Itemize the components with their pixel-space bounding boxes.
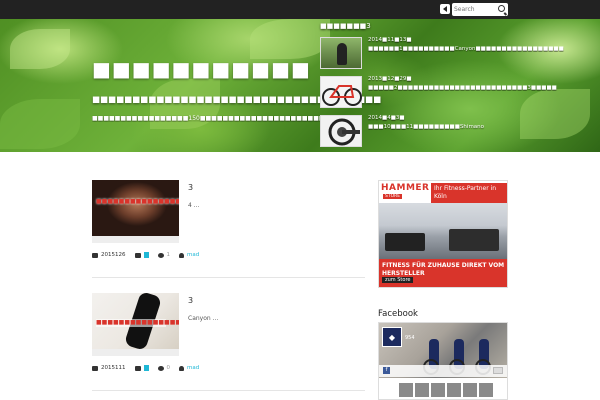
post-divider [92, 390, 365, 391]
popular-heading: ■■■■■■■3 [320, 22, 371, 30]
follower-avatar[interactable] [463, 383, 477, 397]
post-meta: 2015126 1 mad [92, 252, 199, 258]
post-item: ■■■■■■■■■■■■■■■■■■ 3 Canyon ... 2015111 … [92, 293, 365, 393]
sidebar-ad-banner[interactable]: HAMMER STORE Ihr Fitness-Partner in Köln… [378, 180, 508, 288]
popular-item[interactable]: 2014■11■13■ ■■■■■■1■■■■■■■■■■Canyon■■■■■… [320, 37, 600, 69]
calendar-icon [92, 365, 98, 371]
post-author[interactable]: mad [187, 365, 199, 371]
facebook-action-bar: f [379, 365, 507, 377]
facebook-icon[interactable]: f [383, 367, 390, 374]
facebook-follower-faces [379, 383, 507, 399]
crankset-icon [328, 118, 360, 146]
post-title[interactable]: 3 [188, 183, 193, 192]
popular-date: 2014■11■13■ [368, 37, 412, 43]
bicycle-icon [322, 85, 362, 106]
search-icon[interactable] [498, 5, 505, 12]
post-title[interactable]: 3 [188, 296, 193, 305]
comment-count[interactable]: 0 [167, 365, 171, 371]
ad-top-area: HAMMER STORE Ihr Fitness-Partner in Köln [379, 181, 507, 203]
site-title[interactable]: ■■■■■■■■■■■ [92, 57, 311, 81]
ad-store-button[interactable]: zum Store [382, 277, 414, 283]
post-meta: 2015111 0 mad [92, 365, 199, 371]
post-divider [92, 277, 365, 278]
ad-headline: Ihr Fitness-Partner in Köln [431, 183, 507, 203]
post-excerpt: Canyon ... [188, 315, 219, 322]
post-item: ■■■■■■■■■■■■■■■■■■■■■■ 3 4 ... 2015126 1… [92, 180, 365, 280]
ad-brand-logo: HAMMER [381, 183, 430, 193]
popular-date: 2013■12■29■ [368, 76, 412, 82]
follower-avatar[interactable] [479, 383, 493, 397]
facebook-widget-title: Facebook [378, 309, 418, 319]
ad-footer-text: FITNESS FÜR ZUHAUSE DIREKT VOM HERSTELLE… [379, 259, 507, 287]
ad-gym-image [379, 203, 507, 259]
comment-count[interactable]: 1 [167, 252, 171, 258]
popular-title[interactable]: ■■■■■■1■■■■■■■■■■Canyon■■■■■■■■■■■■■■■■■ [368, 46, 598, 52]
popular-item[interactable]: 2014■4■3■ ■■■10■■■11■■■■■■■■■Shimano [320, 115, 600, 147]
popular-thumbnail[interactable] [320, 37, 362, 69]
leaf-decoration [10, 29, 70, 69]
leaf-decoration [0, 99, 80, 149]
site-description: ■■■■■■■■■■■■■■■■■150■■■■■■■■■■■■■■■■■■■■… [92, 115, 320, 122]
post-date: 2015111 [101, 365, 126, 371]
facebook-page-widget[interactable]: ◆ 954 f [378, 322, 508, 400]
category-label[interactable] [143, 252, 149, 258]
post-date: 2015126 [101, 252, 126, 258]
share-icon[interactable] [493, 367, 503, 374]
popular-date: 2014■4■3■ [368, 115, 405, 121]
ad-brand-sub: STORE [383, 194, 403, 199]
facebook-page-name[interactable]: 954 [405, 335, 415, 341]
comment-icon [157, 365, 164, 371]
user-icon [179, 252, 184, 258]
thumbnail-text: ■■■■■■■■■■■■■■■■■■ [96, 319, 179, 327]
search-input[interactable] [454, 4, 494, 15]
nav-toggle-icon[interactable] [440, 4, 450, 14]
popular-thumbnail[interactable] [320, 115, 362, 147]
popular-title[interactable]: ■■■■■2■■■■■■■■■■■■■■■■■■■■■■■■■3■■■■■ [368, 85, 598, 91]
calendar-icon [92, 252, 98, 258]
user-icon [179, 365, 184, 371]
follower-avatar[interactable] [415, 383, 429, 397]
folder-icon [134, 252, 141, 258]
popular-title[interactable]: ■■■10■■■11■■■■■■■■■Shimano [368, 124, 598, 130]
site-header: ■■■■■■■■■■■ ■■■■■■■■■■■■■■■■■■■■■■■■■■■■… [0, 19, 600, 152]
popular-item[interactable]: 2013■12■29■ ■■■■■2■■■■■■■■■■■■■■■■■■■■■■… [320, 76, 600, 108]
search-box[interactable] [452, 3, 508, 16]
leaf-decoration [250, 19, 330, 59]
thumbnail-caption-bar [92, 236, 179, 243]
thumbnail-caption-bar [92, 349, 179, 356]
folder-icon [134, 365, 141, 371]
facebook-cover-image[interactable]: ◆ 954 f [379, 323, 507, 378]
popular-posts: ■■■■■■■3 2014■11■13■ ■■■■■■1■■■■■■■■■■Ca… [320, 22, 600, 147]
popular-thumbnail[interactable] [320, 76, 362, 108]
follower-avatar[interactable] [431, 383, 445, 397]
post-excerpt: 4 ... [188, 202, 200, 209]
follower-avatar[interactable] [447, 383, 461, 397]
post-author[interactable]: mad [187, 252, 199, 258]
thumbnail-text: ■■■■■■■■■■■■■■■■■■■■■■ [96, 198, 179, 205]
post-thumbnail[interactable]: ■■■■■■■■■■■■■■■■■■■■■■ [92, 180, 179, 236]
top-bar [0, 0, 600, 19]
category-label[interactable] [143, 365, 149, 371]
comment-icon [157, 252, 164, 258]
follower-avatar[interactable] [399, 383, 413, 397]
post-thumbnail[interactable]: ■■■■■■■■■■■■■■■■■■ [92, 293, 179, 349]
facebook-page-logo[interactable]: ◆ [382, 327, 402, 347]
